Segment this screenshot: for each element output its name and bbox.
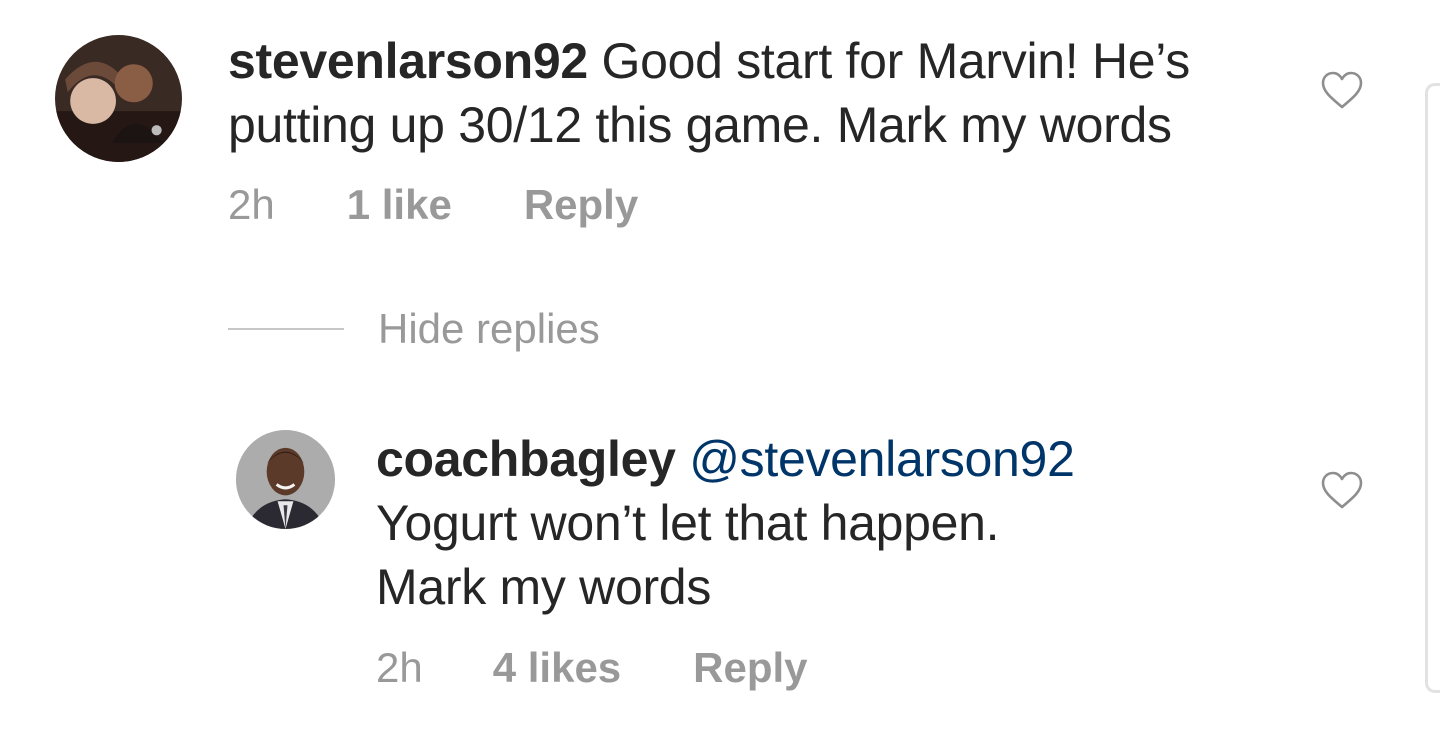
- reply-avatar[interactable]: [236, 430, 335, 529]
- heart-outline-icon: [1321, 71, 1363, 109]
- reply-likes-count[interactable]: 4 likes: [493, 643, 621, 693]
- like-reply-button[interactable]: [1320, 470, 1364, 510]
- like-comment-button[interactable]: [1320, 70, 1364, 110]
- reply-text-line2: Mark my words: [376, 559, 712, 615]
- avatar-photo-icon: [236, 430, 335, 529]
- hide-replies-toggle[interactable]: Hide replies: [228, 304, 600, 354]
- reply-meta: 2h 4 likes Reply: [376, 643, 808, 693]
- reply-reply-button[interactable]: Reply: [693, 643, 807, 693]
- reply-time: 2h: [376, 644, 423, 691]
- comment-likes-count[interactable]: 1 like: [347, 180, 452, 230]
- commenter-avatar[interactable]: [55, 35, 182, 162]
- avatar-photo-icon: [55, 35, 182, 162]
- hide-replies-label: Hide replies: [378, 305, 600, 352]
- comment-body: stevenlarson92 Good start for Marvin! He…: [228, 29, 1298, 157]
- comment-username[interactable]: stevenlarson92: [228, 33, 588, 89]
- reply-text-line1: Yogurt won’t let that happen.: [376, 495, 1000, 551]
- heart-outline-icon: [1321, 471, 1363, 509]
- reply-body: coachbagley @stevenlarson92 Yogurt won’t…: [376, 427, 1276, 619]
- replies-divider: [228, 328, 344, 330]
- comment-meta: 2h 1 like Reply: [228, 180, 638, 230]
- comment-time: 2h: [228, 181, 275, 228]
- comments-thread: stevenlarson92 Good start for Marvin! He…: [0, 0, 1440, 735]
- comment-reply-button[interactable]: Reply: [524, 180, 638, 230]
- reply-username[interactable]: coachbagley: [376, 431, 676, 487]
- reply-mention[interactable]: @stevenlarson92: [689, 431, 1075, 487]
- scroll-edge: [1425, 83, 1440, 693]
